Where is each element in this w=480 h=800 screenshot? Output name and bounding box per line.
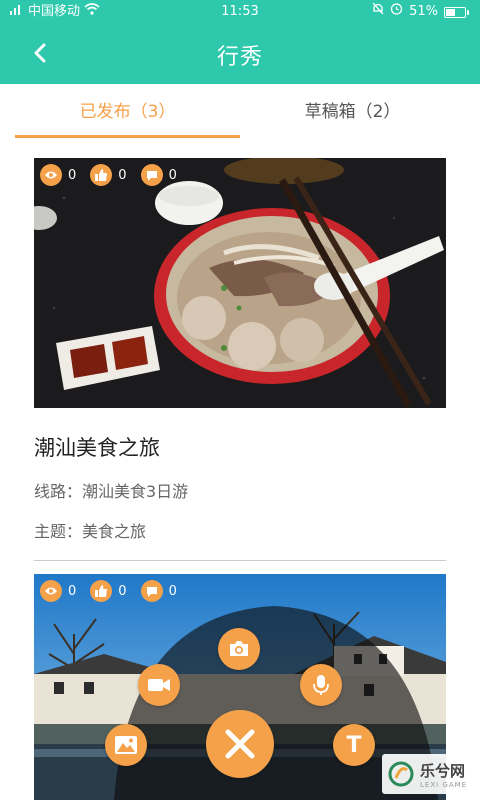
tab-published[interactable]: 已发布（3） (15, 88, 240, 138)
logo-icon (388, 761, 414, 787)
video-icon (148, 679, 170, 691)
page-title: 行秀 (216, 45, 263, 70)
noodle-soup-image (34, 158, 446, 408)
battery-icon (444, 6, 469, 18)
post-theme: 主题：美食之旅 (34, 522, 147, 541)
eye-icon (40, 164, 62, 186)
thumbs-up-icon (90, 164, 113, 186)
tab-bar: 已发布（3） 草稿箱（2） (15, 88, 465, 138)
post-stats: 0 0 0 (40, 164, 177, 186)
views-count: 0 (68, 583, 77, 599)
comment-icon (140, 164, 163, 186)
image-icon (115, 736, 137, 754)
tab-drafts[interactable]: 草稿箱（2） (240, 88, 465, 138)
image-button[interactable] (105, 724, 147, 766)
voice-button[interactable] (300, 664, 342, 706)
likes-count: 0 (118, 167, 127, 183)
mute-icon (372, 0, 384, 24)
comments-count: 0 (168, 167, 177, 183)
app-header: 行秀 (0, 24, 480, 84)
eye-icon (40, 580, 62, 602)
mic-icon (313, 675, 329, 695)
video-button[interactable] (138, 664, 180, 706)
watermark-sub: LEXI GAME (420, 780, 468, 789)
views-count: 0 (68, 167, 77, 183)
text-button[interactable]: T (333, 724, 375, 766)
text-icon: T (346, 732, 362, 758)
watermark-text: 乐兮网 (420, 761, 466, 780)
likes-count: 0 (118, 583, 127, 599)
close-menu-button[interactable] (206, 710, 274, 778)
camera-button[interactable] (218, 628, 260, 670)
post-stats: 0 0 0 (40, 580, 177, 602)
site-watermark: 乐兮网 LEXI GAME (382, 754, 474, 794)
post-title: 潮汕美食之旅 (34, 436, 160, 460)
camera-icon (230, 641, 248, 656)
close-icon (225, 729, 255, 759)
comments-count: 0 (168, 583, 177, 599)
post-route: 线路：潮汕美食3日游 (34, 482, 189, 501)
status-bar: 中国移动 11:53 51% (0, 0, 480, 24)
battery-percent: 51% (409, 4, 438, 19)
divider (34, 560, 446, 561)
comment-icon (140, 580, 163, 602)
alarm-icon (390, 0, 403, 24)
post-card[interactable]: 0 0 0 潮汕美食之旅 线路：潮汕美食3日游 主题：美食之旅 (34, 158, 446, 561)
thumbs-up-icon (90, 580, 113, 602)
post-photo[interactable]: 0 0 0 (34, 158, 446, 408)
